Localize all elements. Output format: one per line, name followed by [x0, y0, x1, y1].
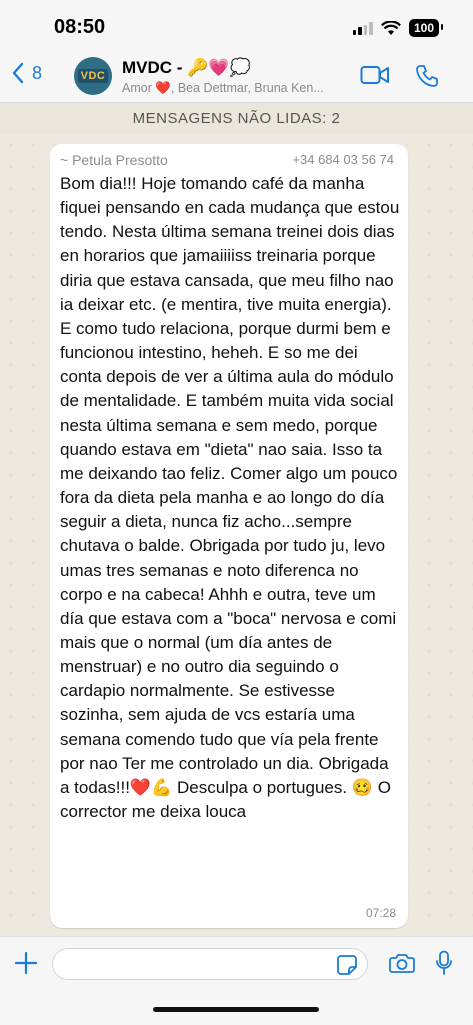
sticker-icon[interactable]	[336, 954, 358, 976]
message-input[interactable]	[52, 948, 368, 980]
phone-call-icon[interactable]	[415, 64, 439, 88]
video-call-icon[interactable]	[360, 65, 390, 85]
group-avatar[interactable]: VDC	[74, 57, 112, 95]
wifi-icon	[380, 20, 401, 35]
chat-area[interactable]: ~ Petula Presotto +34 684 03 56 74 Bom d…	[0, 134, 473, 936]
status-icons: 100	[352, 19, 444, 37]
message-time: 07:28	[365, 906, 396, 920]
camera-icon[interactable]	[389, 952, 415, 974]
message-bubble[interactable]: ~ Petula Presotto +34 684 03 56 74 Bom d…	[50, 144, 408, 928]
unread-banner-text: MENSAGENS NÃO LIDAS: 2	[132, 110, 341, 127]
signal-icon	[352, 21, 373, 35]
status-time: 08:50	[54, 16, 106, 38]
message-sender-phone[interactable]: +34 684 03 56 74	[292, 152, 394, 167]
input-bar	[0, 936, 473, 1025]
back-chevron-icon	[12, 62, 24, 84]
battery-icon: 100	[408, 19, 444, 37]
unread-messages-banner: MENSAGENS NÃO LIDAS: 2	[0, 103, 473, 134]
unread-chats-count: 8	[32, 62, 43, 83]
home-indicator	[153, 1007, 319, 1012]
group-title[interactable]: MVDC - 🔑💗💭	[122, 58, 251, 78]
group-members[interactable]: Amor ❤️, Bea Dettmar, Bruna Ken...	[122, 81, 350, 96]
avatar-logo-text: VDC	[77, 69, 109, 83]
microphone-icon[interactable]	[435, 950, 453, 976]
status-bar: 08:50 100	[0, 0, 473, 52]
chat-header: 8 VDC MVDC - 🔑💗💭 Amor ❤️, Bea Dettmar, B…	[0, 52, 473, 103]
back-button[interactable]: 8	[12, 62, 42, 84]
plus-icon[interactable]	[14, 951, 38, 975]
message-sender[interactable]: ~ Petula Presotto	[60, 152, 168, 168]
message-text: Bom dia!!! Hoje tomando café da manha fi…	[60, 174, 400, 822]
